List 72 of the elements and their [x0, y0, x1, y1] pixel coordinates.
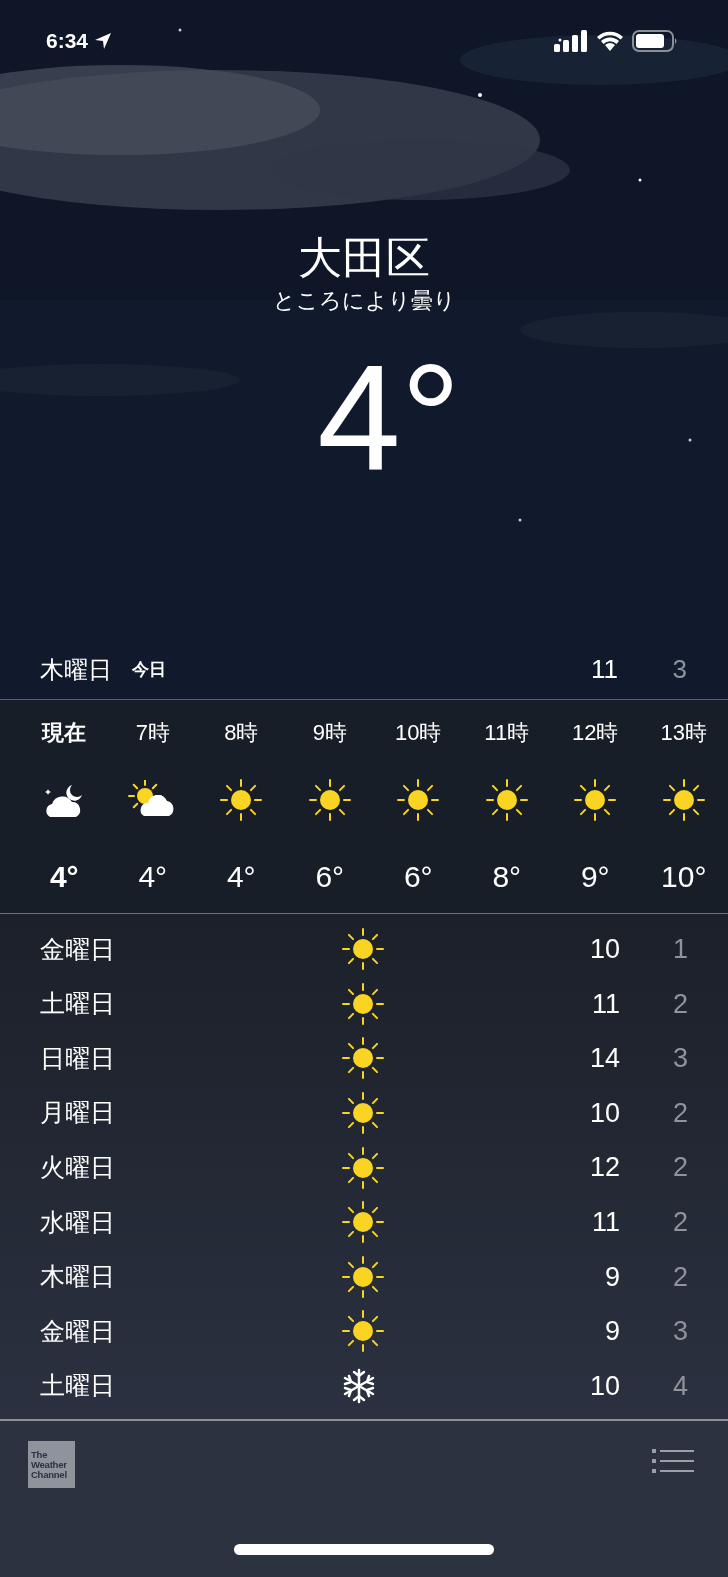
high-temperature: 11	[590, 653, 618, 686]
hour-label: 8時	[224, 719, 259, 747]
weather-channel-logo[interactable]: The Weather Channel	[28, 1441, 75, 1489]
sun-icon	[308, 779, 351, 821]
sun-icon	[342, 1037, 384, 1080]
weather-condition: ところにより曇り	[272, 290, 456, 312]
high-temperature: 9	[603, 1260, 620, 1294]
day-label: 木曜日	[40, 1261, 116, 1293]
high-temperature: 10	[588, 1369, 620, 1403]
high-temperature: 10	[588, 1096, 620, 1130]
sun-icon	[342, 1201, 384, 1244]
sun-icon	[342, 982, 384, 1025]
high-temperature: 11	[590, 987, 620, 1021]
sun-icon	[342, 1310, 384, 1353]
sun-icon	[574, 779, 617, 821]
low-temperature: 3	[671, 1042, 688, 1076]
hour-label: 10時	[395, 719, 442, 747]
current-temperature: 4°	[316, 342, 461, 492]
low-temperature: 3	[671, 653, 688, 686]
day-label: 木曜日	[40, 654, 112, 685]
wifi-icon	[596, 31, 624, 51]
day-label: 火曜日	[40, 1151, 116, 1183]
hour-label: 13時	[660, 719, 707, 747]
day-label: 日曜日	[40, 1042, 116, 1074]
low-temperature: 2	[671, 1206, 688, 1239]
snowflake-icon	[342, 1368, 376, 1405]
hour-label: 現在	[42, 719, 87, 747]
day-label: 土曜日	[40, 988, 116, 1020]
high-temperature: 14	[588, 1042, 620, 1076]
low-temperature: 2	[671, 1096, 688, 1130]
day-label: 水曜日	[40, 1206, 116, 1238]
low-temperature: 2	[671, 1260, 688, 1294]
hour-label: 11時	[484, 719, 530, 747]
low-temperature: 3	[671, 1315, 688, 1349]
hour-temperature: 10°	[661, 859, 707, 895]
status-time: 6:34	[46, 30, 89, 51]
high-temperature: 9	[603, 1315, 620, 1349]
hour-temperature: 9°	[580, 859, 610, 895]
signal-icon	[554, 30, 588, 52]
hour-temperature: 6°	[403, 859, 433, 895]
high-temperature: 10	[588, 933, 620, 967]
hour-temperature: 6°	[315, 859, 345, 895]
hour-temperature: 8°	[492, 859, 522, 895]
high-temperature: 11	[590, 1206, 620, 1239]
hour-temperature: 4°	[49, 859, 79, 895]
day-label: 土曜日	[40, 1370, 116, 1402]
sun-icon	[485, 779, 528, 821]
low-temperature: 2	[671, 1151, 688, 1185]
battery-icon	[632, 30, 678, 52]
sun-icon	[662, 779, 705, 821]
sun-icon	[397, 779, 440, 821]
sun-icon	[220, 779, 263, 821]
list-icon[interactable]	[652, 1449, 694, 1476]
sun-icon	[342, 1092, 384, 1135]
hour-label: 12時	[572, 719, 619, 747]
day-label: 金曜日	[40, 933, 116, 965]
high-temperature: 12	[588, 1151, 620, 1185]
day-label: 金曜日	[40, 1315, 116, 1347]
hour-label: 7時	[135, 719, 170, 747]
low-temperature: 2	[671, 987, 688, 1021]
low-temperature: 4	[671, 1369, 688, 1403]
hour-temperature: 4°	[138, 859, 168, 895]
sun-icon	[342, 1255, 384, 1298]
day-label: 月曜日	[40, 1097, 116, 1129]
low-temperature: 1	[671, 933, 688, 967]
sun-icon	[342, 928, 384, 971]
location-arrow-icon	[94, 31, 113, 50]
hour-temperature: 4°	[226, 859, 256, 895]
today-label: 今日	[132, 658, 166, 681]
city-name: 大田区	[298, 236, 430, 280]
hour-label: 9時	[312, 719, 347, 747]
sun-icon	[342, 1146, 384, 1189]
